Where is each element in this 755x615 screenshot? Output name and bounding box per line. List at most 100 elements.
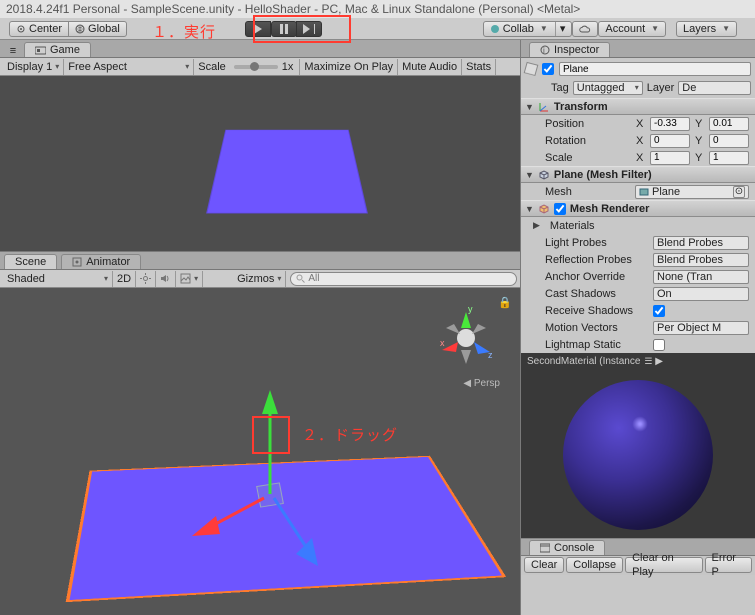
- receiveshadows-checkbox[interactable]: [653, 305, 665, 317]
- fold-icon: ▼: [525, 102, 534, 112]
- space-toggle[interactable]: Global: [68, 21, 127, 37]
- projection-label[interactable]: ◀ Persp: [463, 378, 500, 389]
- play-controls: [245, 21, 322, 37]
- annotation-run-text: １．実行: [152, 21, 216, 42]
- reflection-label: Reflection Probes: [545, 254, 649, 266]
- scale-slider[interactable]: [234, 65, 278, 69]
- lighting-toggle[interactable]: [136, 271, 156, 287]
- scale-row: Scale X Y: [521, 149, 755, 166]
- scale-label: Scale: [198, 61, 226, 73]
- scale-y-field[interactable]: [709, 151, 749, 165]
- main-toolbar: Center Global Collab▼▾ Account▼ Layers▼ …: [0, 18, 755, 40]
- console-clear-label: Clear: [531, 558, 557, 572]
- lightmap-row: Lightmap Static: [521, 336, 755, 353]
- gameobject-active-checkbox[interactable]: [542, 63, 554, 75]
- anchor-label: Anchor Override: [545, 271, 649, 283]
- transform-header[interactable]: ▼ Transform: [521, 98, 755, 115]
- layer-value: De: [682, 82, 696, 94]
- tab-game[interactable]: Game: [24, 42, 91, 57]
- mute-label: Mute Audio: [402, 61, 457, 73]
- material-preview[interactable]: SecondMaterial (Instance ▶: [521, 353, 755, 538]
- gizmos-dropdown[interactable]: Gizmos▾: [233, 271, 286, 287]
- console-clear-button[interactable]: Clear: [524, 557, 564, 573]
- anchor-field[interactable]: None (Tran: [653, 270, 749, 284]
- layer-dropdown[interactable]: De: [678, 81, 751, 95]
- reflection-dropdown[interactable]: Blend Probes: [653, 253, 749, 267]
- scene-viewport[interactable]: x y z 🔒 ◀ Persp ２．ドラッグ: [0, 288, 520, 615]
- tab-console[interactable]: Console: [529, 540, 605, 555]
- globe-icon: [75, 24, 85, 34]
- orientation-gizmo[interactable]: x y z: [434, 306, 498, 370]
- cloud-button[interactable]: [572, 21, 598, 37]
- meshrenderer-header[interactable]: ▼ Mesh Renderer: [521, 200, 755, 217]
- tag-label: Tag: [551, 82, 569, 94]
- mesh-row: Mesh Plane ⊙: [521, 183, 755, 200]
- game-options-icon[interactable]: ≡: [6, 45, 20, 57]
- rotation-x-field[interactable]: [650, 134, 690, 148]
- aspect-dropdown[interactable]: Free Aspect▾: [64, 59, 194, 75]
- layers-dropdown[interactable]: Layers▼: [676, 21, 737, 37]
- scene-lock-icon[interactable]: 🔒: [498, 296, 512, 309]
- meshrenderer-title: Mesh Renderer: [570, 203, 649, 215]
- fold-icon: ▶: [533, 220, 540, 231]
- display-dropdown[interactable]: Display 1▾: [3, 59, 64, 75]
- inspector-tabbar: i Inspector: [521, 40, 755, 58]
- audio-toggle[interactable]: [156, 271, 176, 287]
- pivot-toggle[interactable]: Center: [9, 21, 69, 37]
- tag-dropdown[interactable]: Untagged▾: [573, 81, 643, 95]
- position-row: Position X Y: [521, 115, 755, 132]
- collab-dropdown[interactable]: Collab▼▾: [483, 21, 573, 37]
- fx-toggle[interactable]: ▾: [176, 271, 203, 287]
- motionvectors-row: Motion Vectors Per Object M: [521, 319, 755, 336]
- mesh-field[interactable]: Plane ⊙: [635, 185, 749, 199]
- console-collapse-toggle[interactable]: Collapse: [566, 557, 623, 573]
- console-errorpause-toggle[interactable]: Error P: [705, 557, 752, 573]
- gameobject-icon[interactable]: [524, 62, 539, 76]
- axis-z-label: z: [488, 350, 493, 360]
- meshrenderer-icon: [538, 203, 550, 215]
- mesh-picker-icon[interactable]: ⊙: [733, 186, 745, 198]
- meshrenderer-enabled-checkbox[interactable]: [554, 203, 566, 215]
- shading-dropdown[interactable]: Shaded▾: [3, 271, 113, 287]
- move-gizmo[interactable]: [150, 368, 410, 615]
- tab-scene[interactable]: Scene: [4, 254, 57, 269]
- castshadows-dropdown[interactable]: On: [653, 287, 749, 301]
- step-button[interactable]: [296, 21, 322, 37]
- inspector-icon: i: [540, 45, 550, 55]
- mesh-asset-icon: [639, 187, 649, 197]
- materials-row[interactable]: ▶Materials: [521, 217, 755, 234]
- fold-icon: ▼: [525, 204, 534, 214]
- mode-2d-toggle[interactable]: 2D: [113, 271, 136, 287]
- tab-inspector-label: Inspector: [554, 44, 599, 56]
- meshfilter-header[interactable]: ▼ Plane (Mesh Filter): [521, 166, 755, 183]
- motionvectors-dropdown[interactable]: Per Object M: [653, 321, 749, 335]
- rotation-y-field[interactable]: [709, 134, 749, 148]
- pause-button[interactable]: [271, 21, 297, 37]
- animator-icon: [72, 257, 82, 267]
- lightprobes-label: Light Probes: [545, 237, 649, 249]
- play-button[interactable]: [245, 21, 271, 37]
- stats-toggle[interactable]: Stats: [462, 59, 496, 75]
- position-y-field[interactable]: [709, 117, 749, 131]
- anchor-row: Anchor Override None (Tran: [521, 268, 755, 285]
- maximize-toggle[interactable]: Maximize On Play: [299, 59, 398, 75]
- material-name: SecondMaterial (Instance ▶: [527, 356, 663, 367]
- tab-animator[interactable]: Animator: [61, 254, 141, 269]
- scene-search[interactable]: All: [290, 272, 517, 286]
- lightmap-checkbox[interactable]: [653, 339, 665, 351]
- game-viewport[interactable]: [0, 76, 520, 251]
- shading-label: Shaded: [7, 273, 45, 285]
- rotation-row: Rotation X Y: [521, 132, 755, 149]
- gameobject-name-field[interactable]: [559, 62, 751, 76]
- scale-x-field[interactable]: [650, 151, 690, 165]
- console-clearplay-toggle[interactable]: Clear on Play: [625, 557, 702, 573]
- mute-toggle[interactable]: Mute Audio: [398, 59, 462, 75]
- account-dropdown[interactable]: Account▼: [598, 21, 666, 37]
- lightprobes-dropdown[interactable]: Blend Probes: [653, 236, 749, 250]
- mesh-value: Plane: [652, 186, 680, 198]
- game-icon: [35, 46, 46, 55]
- tab-animator-label: Animator: [86, 256, 130, 268]
- tab-inspector[interactable]: i Inspector: [529, 42, 610, 57]
- position-x-field[interactable]: [650, 117, 690, 131]
- axis-y-label: y: [468, 306, 473, 314]
